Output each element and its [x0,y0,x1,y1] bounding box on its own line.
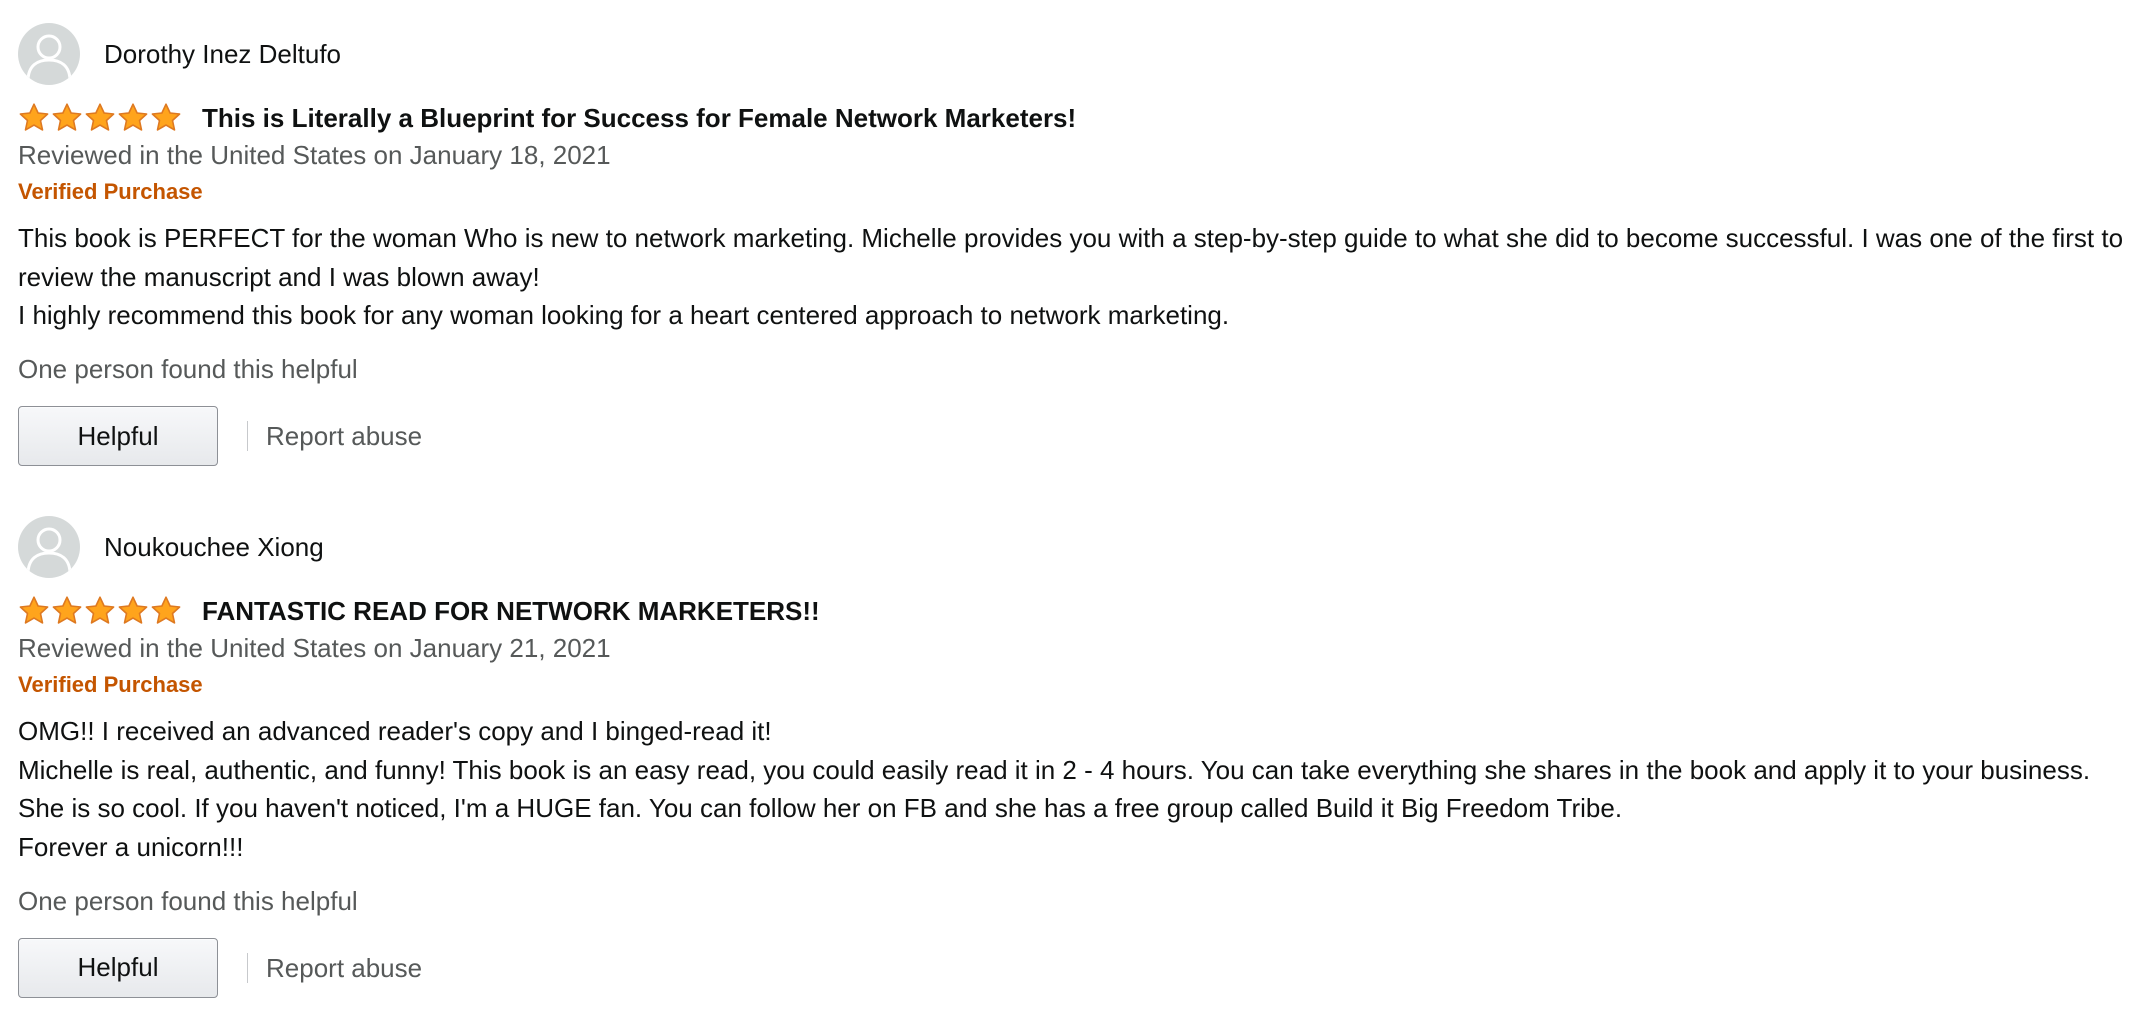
report-abuse-link[interactable]: Report abuse [266,953,422,983]
avatar[interactable] [18,516,80,578]
user-silhouette-icon [26,34,72,82]
helpful-button[interactable]: Helpful [18,406,218,467]
reviewer-profile[interactable]: Noukouchee Xiong [18,515,2128,579]
helpful-count: One person found this helpful [18,354,358,385]
reviewer-profile[interactable]: Dorothy Inez Deltufo [18,22,2128,86]
star-icon [117,595,149,627]
review-card: Dorothy Inez Deltufo This is Literally a… [18,22,2128,468]
helpful-button[interactable]: Helpful [18,937,218,998]
review-body: This book is PERFECT for the woman Who i… [18,219,2128,335]
review-paragraph: This book is PERFECT for the woman Who i… [18,223,2124,292]
review-actions: Helpful Report abuse [18,936,2128,1000]
helpful-count: One person found this helpful [18,885,358,916]
review-paragraph: Michelle is real, authentic, and funny! … [18,754,2091,824]
star-icon [84,595,116,627]
review-paragraph: I highly recommend this book for any wom… [18,300,1230,331]
star-icon [18,595,50,627]
star-icon [51,595,83,627]
star-icon [18,102,50,134]
review-actions: Helpful Report abuse [18,404,2128,468]
user-silhouette-icon [26,527,72,575]
divider [247,421,248,452]
review-title[interactable]: FANTASTIC READ FOR NETWORK MARKETERS!! [202,596,820,626]
avatar[interactable] [18,23,80,85]
review-heading: FANTASTIC READ FOR NETWORK MARKETERS!! [18,593,2128,629]
divider [247,952,248,983]
review-card: Noukouchee Xiong FANTASTIC READ FOR NETW… [18,515,2128,1000]
verified-purchase-badge[interactable]: Verified Purchase [18,178,2128,206]
reviewer-name[interactable]: Dorothy Inez Deltufo [104,39,341,69]
review-title[interactable]: This is Literally a Blueprint for Succes… [202,103,1076,133]
star-icon [84,102,116,134]
review-paragraph: OMG!! I received an advanced reader's co… [18,716,772,746]
review-date: Reviewed in the United States on January… [18,633,611,663]
star-icon [117,102,149,134]
star-icon [51,102,83,134]
review-body: OMG!! I received an advanced reader's co… [18,712,2128,867]
review-paragraph: Forever a unicorn!!! [18,832,244,863]
report-abuse-link[interactable]: Report abuse [266,421,422,451]
star-icon [150,102,182,134]
verified-purchase-badge[interactable]: Verified Purchase [18,671,2128,699]
reviewer-name[interactable]: Noukouchee Xiong [104,532,324,562]
review-heading: This is Literally a Blueprint for Succes… [18,100,2128,136]
five-star-rating-icon[interactable] [18,595,182,627]
review-date: Reviewed in the United States on January… [18,140,611,170]
five-star-rating-icon[interactable] [18,102,182,134]
star-icon [150,595,182,627]
